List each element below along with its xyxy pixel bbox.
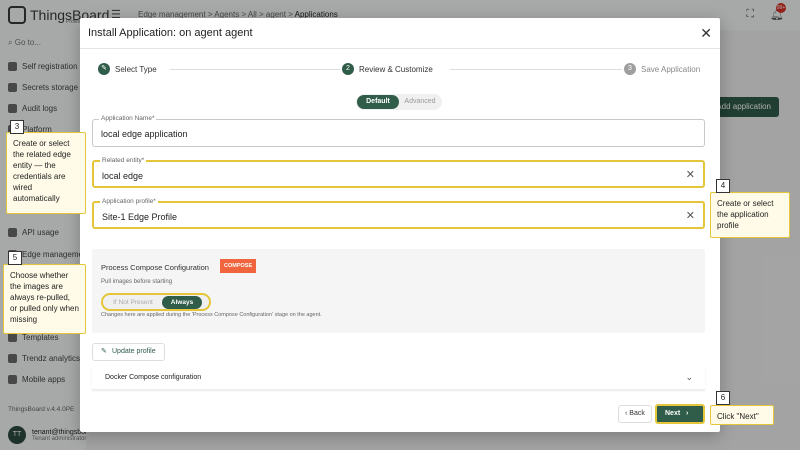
step-save-application[interactable]: 3 Save Application <box>624 63 700 75</box>
step-label: Review & Customize <box>359 64 433 74</box>
callout-number: 6 <box>716 391 730 405</box>
pull-images-toggle: If Not Present Always <box>101 293 211 311</box>
field-label: Related entity* <box>100 157 147 164</box>
callout-application-profile: Create or select the application profile <box>710 192 790 238</box>
mode-default-option[interactable]: Default <box>357 95 399 109</box>
callout-number: 3 <box>10 120 24 134</box>
pull-images-label: Pull images before starting <box>101 279 173 285</box>
clear-icon[interactable]: ✕ <box>686 168 695 181</box>
callout-next: Click "Next" <box>710 405 774 425</box>
step-number: 3 <box>624 63 636 75</box>
field-value: Site-1 Edge Profile <box>102 212 178 222</box>
chevron-right-icon: › <box>686 410 689 417</box>
step-label: Select Type <box>115 64 157 74</box>
next-button[interactable]: Next › <box>655 404 705 424</box>
mode-toggle: Default Advanced <box>356 94 442 110</box>
application-profile-field[interactable]: Application profile* Site-1 Edge Profile… <box>92 198 705 229</box>
callout-related-entity: Create or select the related edge entity… <box>6 132 86 214</box>
back-button[interactable]: ‹ Back <box>618 405 652 423</box>
related-entity-field[interactable]: Related entity* local edge ✕ <box>92 157 705 188</box>
callout-number: 4 <box>716 179 730 193</box>
pull-always-option[interactable]: Always <box>162 295 202 309</box>
compose-note: Changes here are applied during the 'Pro… <box>101 312 322 318</box>
step-label: Save Application <box>641 64 701 74</box>
title-divider <box>80 48 720 49</box>
step-connector <box>170 69 340 70</box>
step-select-type[interactable]: ✎ Select Type <box>98 63 157 75</box>
install-application-dialog: Install Application: on agent agent ✕ ✎ … <box>80 18 720 432</box>
chevron-down-icon: ⌄ <box>685 372 693 382</box>
application-name-field[interactable]: Application Name* local edge application <box>92 115 705 147</box>
field-label: Application profile* <box>100 198 158 205</box>
button-label: Back <box>629 410 645 417</box>
pencil-icon: ✎ <box>101 348 107 355</box>
button-label: Update profile <box>112 348 156 355</box>
stepper: ✎ Select Type 2 Review & Customize 3 Sav… <box>98 63 702 77</box>
chevron-left-icon: ‹ <box>625 410 628 417</box>
mode-advanced-option[interactable]: Advanced <box>399 95 441 109</box>
pencil-icon: ✎ <box>98 63 110 75</box>
step-connector <box>450 69 622 70</box>
close-icon[interactable]: ✕ <box>700 25 712 42</box>
compose-title: Process Compose Configuration <box>101 263 209 272</box>
dialog-title: Install Application: on agent agent <box>88 27 253 39</box>
field-value: local edge application <box>101 129 188 139</box>
field-value: local edge <box>102 171 144 181</box>
button-label: Next <box>665 410 681 417</box>
compose-badge: COMPOSE <box>220 259 257 273</box>
step-review-customize[interactable]: 2 Review & Customize <box>342 63 433 75</box>
docker-compose-label: Docker Compose configuration <box>105 374 202 381</box>
clear-icon[interactable]: ✕ <box>686 209 695 222</box>
step-number: 2 <box>342 63 354 75</box>
callout-pull-images: Choose whether the images are always re-… <box>3 264 86 334</box>
pull-if-not-present-option[interactable]: If Not Present <box>104 296 162 309</box>
docker-compose-expander[interactable]: Docker Compose configuration ⌄ <box>92 366 705 390</box>
field-label: Application Name* <box>99 115 157 122</box>
callout-number: 5 <box>8 251 22 265</box>
update-profile-button[interactable]: ✎ Update profile <box>92 343 165 361</box>
compose-config-panel: Process Compose Configuration COMPOSE Pu… <box>92 249 705 333</box>
